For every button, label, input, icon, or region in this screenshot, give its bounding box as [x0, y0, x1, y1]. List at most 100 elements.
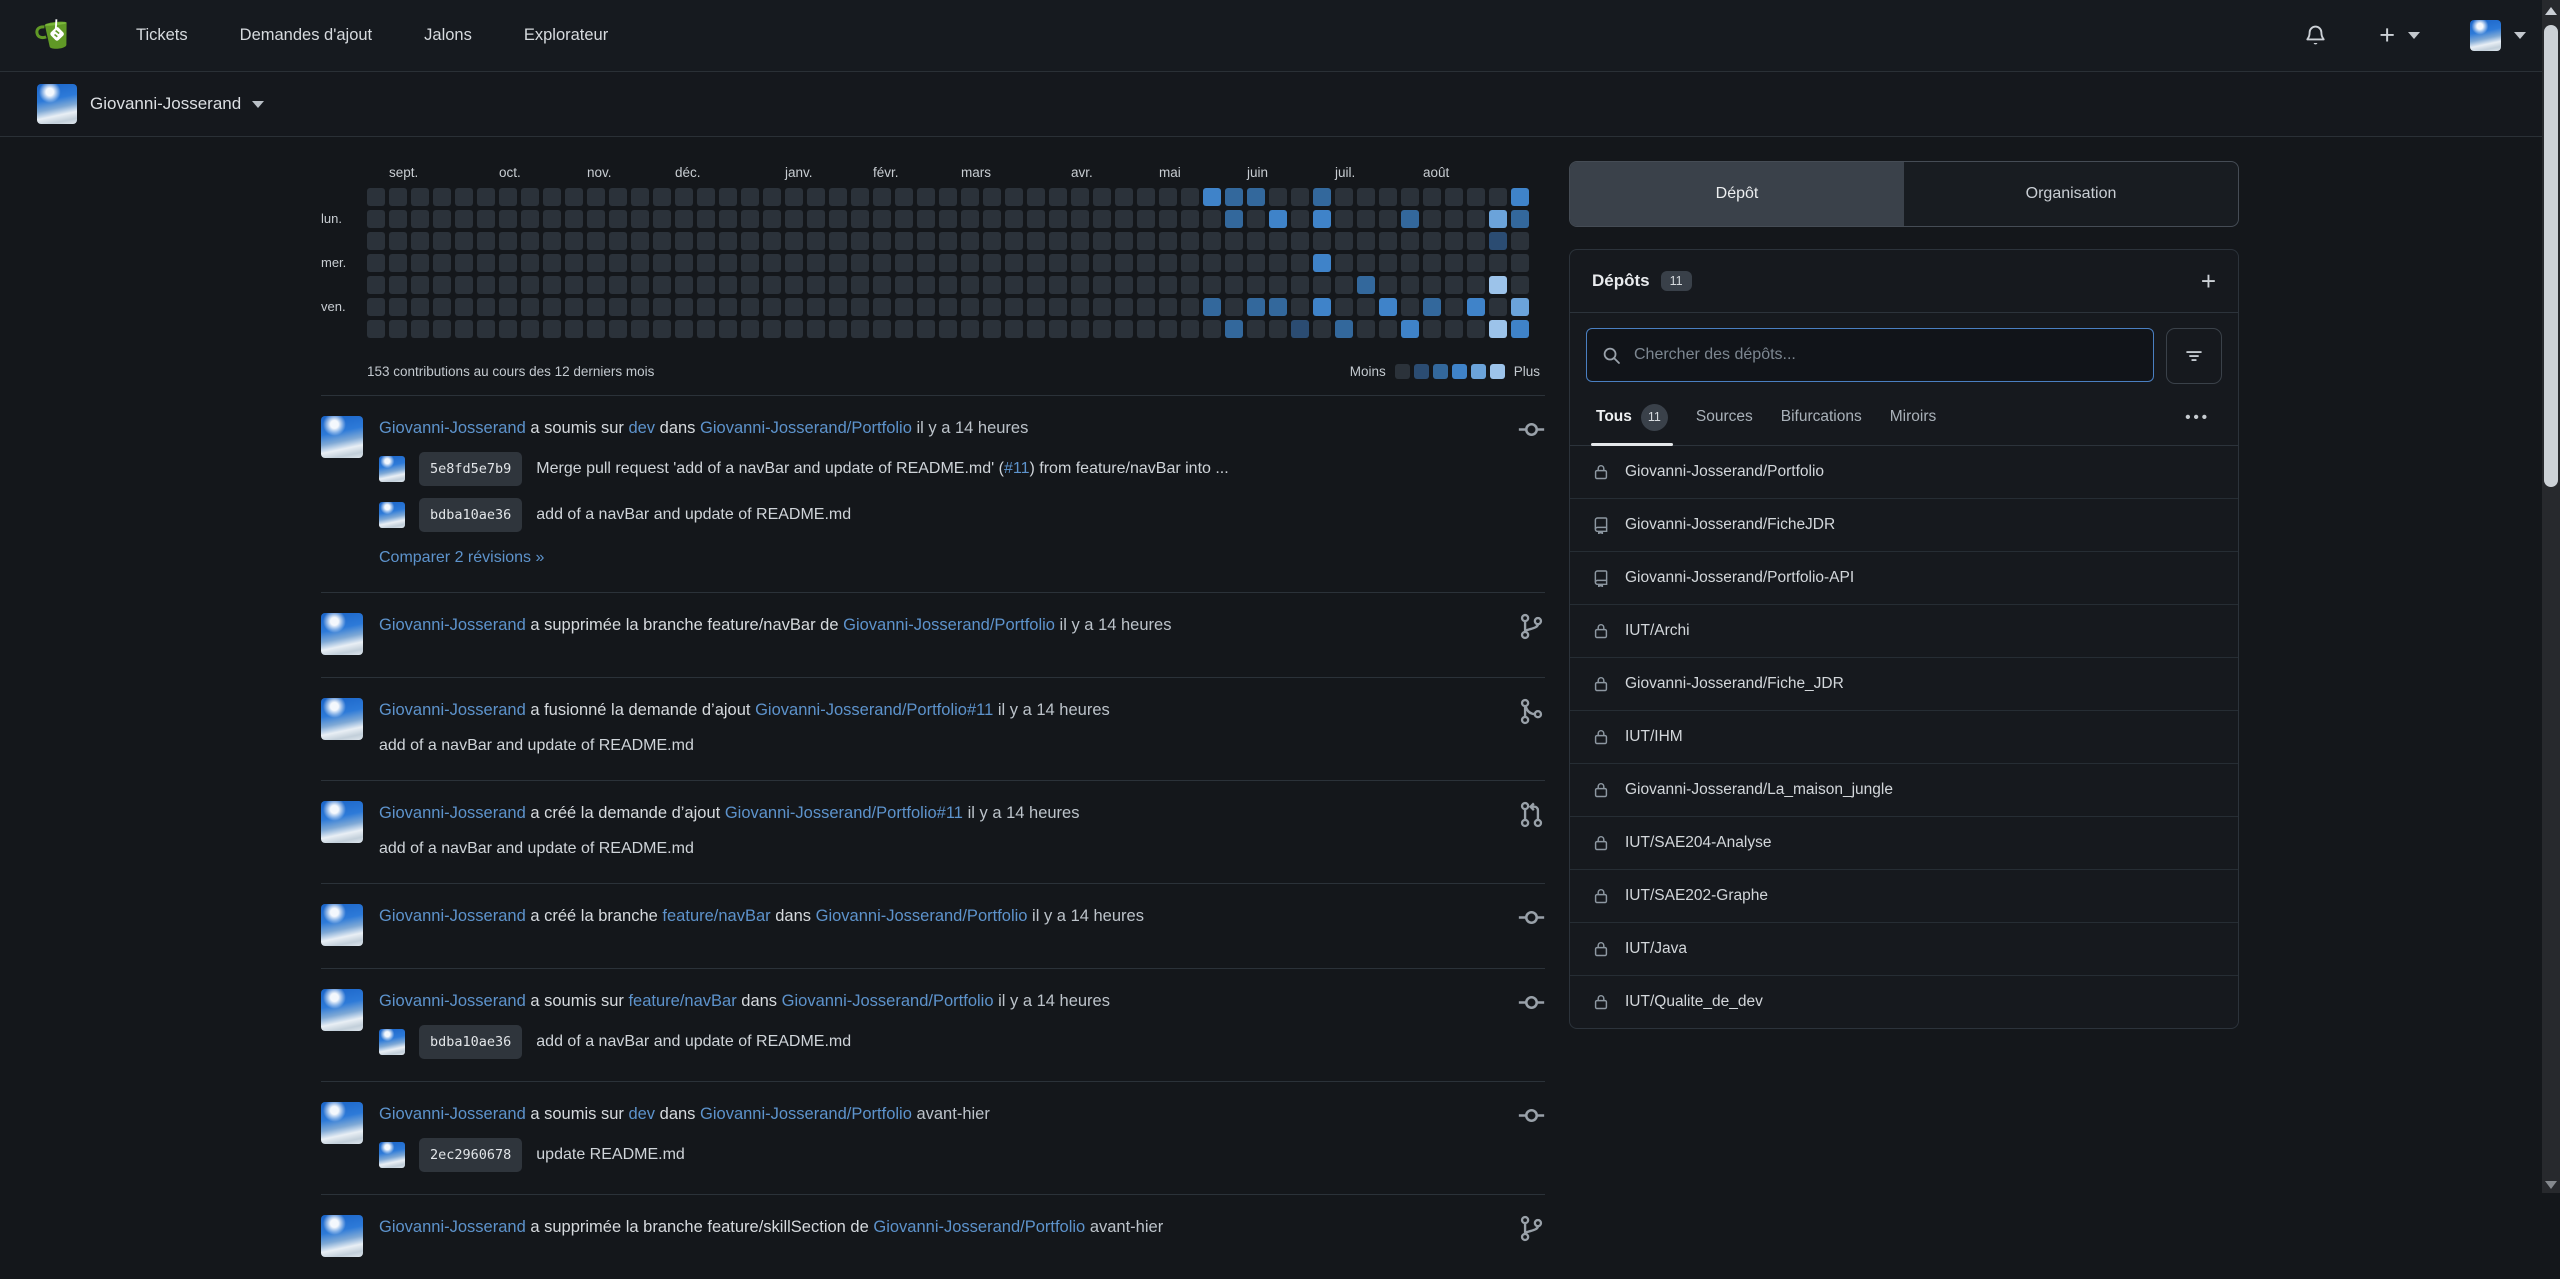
commit-hash-badge[interactable]: bdba10ae36: [419, 1025, 522, 1059]
feed-text: a soumis sur: [526, 992, 629, 1010]
repo-list-item[interactable]: Giovanni-Josserand/Fiche_JDR: [1570, 657, 2238, 710]
heatmap-cell: [939, 298, 957, 316]
feed-link[interactable]: Giovanni-Josserand: [379, 992, 526, 1010]
commit-hash-badge[interactable]: 5e8fd5e7b9: [419, 452, 522, 486]
notifications-bell-icon[interactable]: [2304, 24, 2327, 47]
feed-link[interactable]: Giovanni-Josserand/Portfolio: [700, 1105, 912, 1123]
compare-revisions-link[interactable]: Comparer 2 révisions »: [379, 546, 544, 570]
commit-avatar[interactable]: [379, 1142, 405, 1168]
feed-link[interactable]: Giovanni-Josserand/Portfolio#11: [755, 701, 993, 719]
heatmap-cell: [389, 232, 407, 250]
filter-tab-tous[interactable]: Tous11: [1582, 389, 1682, 445]
user-menu-chevron-down-icon[interactable]: [2514, 32, 2526, 39]
context-avatar[interactable]: [37, 84, 77, 124]
repo-list-item[interactable]: IUT/Archi: [1570, 604, 2238, 657]
repo-list-item[interactable]: IUT/SAE202-Graphe: [1570, 869, 2238, 922]
feed-link[interactable]: Giovanni-Josserand: [379, 701, 526, 719]
heatmap-cell: [807, 232, 825, 250]
feed-link[interactable]: Giovanni-Josserand/Portfolio: [816, 907, 1028, 925]
filter-tab-bifurcations[interactable]: Bifurcations: [1767, 389, 1876, 445]
gitea-logo[interactable]: [34, 15, 80, 57]
create-new-button[interactable]: +: [2379, 22, 2420, 49]
feed-avatar[interactable]: [321, 989, 363, 1031]
nav-item-0[interactable]: Tickets: [136, 26, 188, 45]
repo-list-item[interactable]: IUT/SAE204-Analyse: [1570, 816, 2238, 869]
heatmap-cell: [785, 320, 803, 338]
repo-list-item[interactable]: Giovanni-Josserand/Portfolio-API: [1570, 551, 2238, 604]
heatmap-cell: [1423, 232, 1441, 250]
commit-hash-badge[interactable]: bdba10ae36: [419, 498, 522, 532]
heatmap-cell: [1049, 298, 1067, 316]
filter-tab-label: Miroirs: [1890, 408, 1937, 426]
feed-event-body: Giovanni-Josserand a créé la branche fea…: [379, 904, 1493, 946]
commit-avatar[interactable]: [379, 1029, 405, 1055]
feed-link[interactable]: dev: [628, 1105, 655, 1123]
scrollbar-thumb[interactable]: [2544, 25, 2558, 487]
filters-more-button[interactable]: •••: [2185, 409, 2226, 426]
feed-link[interactable]: Giovanni-Josserand: [379, 616, 526, 634]
feed-link[interactable]: Giovanni-Josserand/Portfolio: [700, 419, 912, 437]
feed-link[interactable]: Giovanni-Josserand: [379, 804, 526, 822]
context-chevron-down-icon[interactable]: [252, 101, 264, 108]
feed-link[interactable]: Giovanni-Josserand/Portfolio#11: [725, 804, 963, 822]
feed-link[interactable]: Giovanni-Josserand: [379, 1218, 526, 1236]
heatmap-cell: [455, 232, 473, 250]
repo-list-item[interactable]: Giovanni-Josserand/Portfolio: [1570, 446, 2238, 498]
feed-link[interactable]: dev: [628, 419, 655, 437]
tab-repository[interactable]: Dépôt: [1570, 162, 1904, 226]
heatmap-cell: [873, 320, 891, 338]
repo-list-item[interactable]: IUT/Java: [1570, 922, 2238, 975]
feed-avatar[interactable]: [321, 1102, 363, 1144]
commit-message: update README.md: [536, 1143, 685, 1167]
repo-list-item[interactable]: Giovanni-Josserand/FicheJDR: [1570, 498, 2238, 551]
heatmap-cell: [741, 276, 759, 294]
scrollbar-up-arrow[interactable]: [2545, 7, 2557, 15]
repo-list-item[interactable]: IUT/IHM: [1570, 710, 2238, 763]
feed-link[interactable]: Giovanni-Josserand/Portfolio: [873, 1218, 1085, 1236]
feed-event-body: Giovanni-Josserand a créé la demande d’a…: [379, 801, 1493, 861]
user-avatar[interactable]: [2470, 20, 2501, 51]
feed-avatar[interactable]: [321, 801, 363, 843]
heatmap-cell: [455, 276, 473, 294]
feed-link[interactable]: Giovanni-Josserand/Portfolio: [782, 992, 994, 1010]
heatmap-cell: [411, 210, 429, 228]
page-scrollbar[interactable]: [2542, 0, 2560, 1193]
repo-list-item[interactable]: IUT/Qualite_de_dev: [1570, 975, 2238, 1028]
heatmap-cell: [1181, 188, 1199, 206]
filter-tab-miroirs[interactable]: Miroirs: [1876, 389, 1951, 445]
filter-tab-sources[interactable]: Sources: [1682, 389, 1767, 445]
heatmap-month-label: févr.: [873, 165, 899, 180]
heatmap-cell: [1511, 188, 1529, 206]
feed-link[interactable]: #11: [1004, 460, 1030, 477]
feed-event-header: Giovanni-Josserand a soumis sur dev dans…: [379, 1102, 1493, 1126]
feed-link[interactable]: Giovanni-Josserand: [379, 907, 526, 925]
heatmap-month-label: juin: [1247, 165, 1268, 180]
repo-list-item[interactable]: Giovanni-Josserand/La_maison_jungle: [1570, 763, 2238, 816]
heatmap-cell: [653, 232, 671, 250]
nav-item-2[interactable]: Jalons: [424, 26, 472, 45]
tab-organization[interactable]: Organisation: [1904, 162, 2238, 226]
repository-search-input[interactable]: [1632, 345, 2138, 365]
scrollbar-down-arrow[interactable]: [2545, 1181, 2557, 1189]
context-username[interactable]: Giovanni-Josserand: [90, 94, 241, 114]
commit-hash-badge[interactable]: 2ec2960678: [419, 1138, 522, 1172]
feed-link[interactable]: Giovanni-Josserand: [379, 1105, 526, 1123]
commit-avatar[interactable]: [379, 502, 405, 528]
feed-link[interactable]: Giovanni-Josserand/Portfolio: [843, 616, 1055, 634]
heatmap-legend: Moins Plus: [1345, 364, 1545, 379]
repository-filter-button[interactable]: [2166, 328, 2222, 384]
feed-avatar[interactable]: [321, 904, 363, 946]
new-repository-button[interactable]: +: [2201, 268, 2216, 294]
feed-event: Giovanni-Josserand a soumis sur dev dans…: [321, 395, 1545, 592]
repositories-header: Dépôts 11 +: [1570, 250, 2238, 313]
feed-avatar[interactable]: [321, 416, 363, 458]
nav-item-1[interactable]: Demandes d'ajout: [240, 26, 372, 45]
feed-link[interactable]: feature/navBar: [662, 907, 770, 925]
feed-link[interactable]: Giovanni-Josserand: [379, 419, 526, 437]
feed-avatar[interactable]: [321, 1215, 363, 1257]
feed-link[interactable]: feature/navBar: [628, 992, 736, 1010]
nav-item-3[interactable]: Explorateur: [524, 26, 608, 45]
feed-avatar[interactable]: [321, 698, 363, 740]
commit-avatar[interactable]: [379, 456, 405, 482]
feed-avatar[interactable]: [321, 613, 363, 655]
